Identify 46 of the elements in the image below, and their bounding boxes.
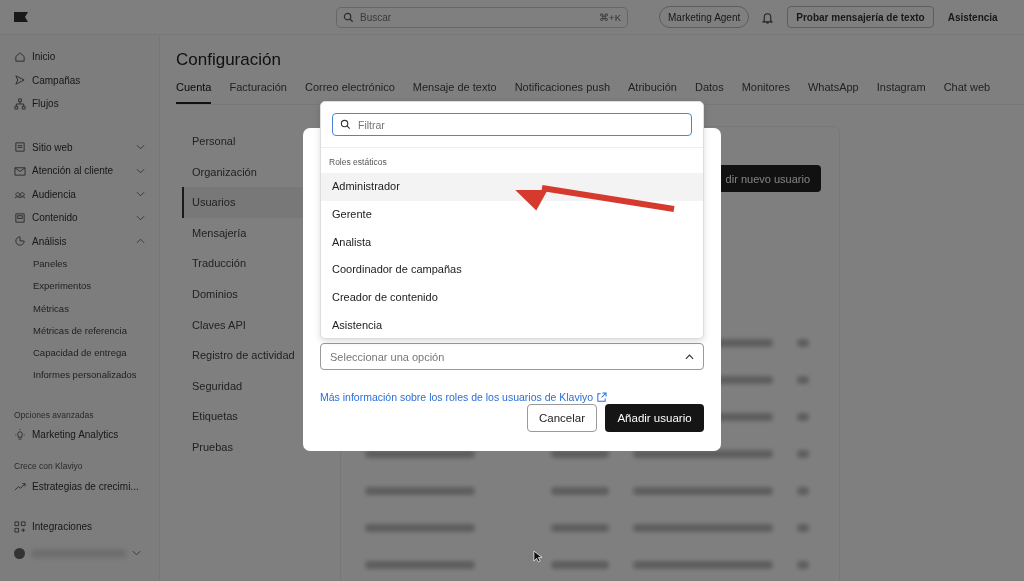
- sidebar-subitem[interactable]: Informes personalizados: [14, 364, 159, 387]
- add-user-submit-button[interactable]: Añadir usuario: [605, 404, 704, 432]
- settings-tab[interactable]: Instagram: [876, 77, 926, 104]
- sidebar-item[interactable]: Estrategias de crecimi...: [14, 474, 159, 498]
- section-heading: Crece con Klaviyo: [14, 460, 84, 474]
- section-heading: Opciones avanzadas: [14, 408, 95, 422]
- sidebar-item[interactable]: Campañas: [14, 68, 159, 92]
- settings-tab[interactable]: Facturación: [229, 77, 287, 104]
- settings-tab[interactable]: Notificaciones push: [514, 77, 610, 104]
- try-sms-button[interactable]: Probar mensajería de texto: [787, 6, 934, 28]
- sidebar-item[interactable]: Análisis: [14, 229, 159, 253]
- sidebar-item[interactable]: Audiencia: [14, 182, 159, 206]
- role-option[interactable]: Administrador: [321, 173, 703, 201]
- sidebar-item[interactable]: Marketing Analytics: [14, 422, 159, 447]
- sidebar-subitem[interactable]: Capacidad de entrega: [14, 342, 159, 365]
- role-option[interactable]: Creador de contenido: [321, 284, 703, 312]
- role-option[interactable]: Analista: [321, 228, 703, 257]
- settings-tab[interactable]: Monitores: [741, 77, 790, 104]
- help-button[interactable]: Asistencia: [939, 11, 1006, 23]
- settings-tab[interactable]: Correo electrónico: [304, 77, 395, 104]
- group-label: Roles estáticos: [328, 156, 388, 169]
- shortcut-hint: ⌘+K: [599, 11, 621, 23]
- sidebar-item[interactable]: Atención al cliente: [14, 159, 159, 183]
- sidebar-item[interactable]: Contenido: [14, 206, 159, 230]
- sidebar-item[interactable]: Sitio web: [14, 135, 159, 159]
- settings-tab[interactable]: Atribución: [628, 77, 677, 104]
- settings-tab[interactable]: WhatsApp: [808, 77, 859, 104]
- role-select[interactable]: Seleccionar una opción: [320, 343, 704, 370]
- sidebar-subitem[interactable]: Métricas de referencia: [14, 319, 159, 343]
- cancel-button[interactable]: Cancelar: [527, 404, 597, 432]
- role-option[interactable]: Asistencia: [321, 312, 703, 340]
- settings-tab[interactable]: Cuenta: [176, 77, 212, 104]
- sidebar-item[interactable]: Integraciones: [14, 514, 159, 539]
- sidebar-item[interactable]: Flujos: [14, 92, 159, 116]
- filter-field[interactable]: Filtrar: [332, 113, 692, 136]
- settings-tab[interactable]: Chat web: [943, 77, 991, 104]
- agent-button[interactable]: Marketing Agent: [659, 6, 750, 28]
- settings-tab[interactable]: Datos: [694, 77, 724, 104]
- sidebar-item[interactable]: Inicio: [14, 45, 159, 69]
- roles-info-link[interactable]: Más información sobre los roles de los usuarios de Klaviyo: [320, 391, 594, 403]
- sidebar-subitem[interactable]: Experimentos: [14, 275, 159, 298]
- sidebar-subitem[interactable]: Paneles: [14, 253, 159, 276]
- role-option[interactable]: Coordinador de campañas: [321, 256, 703, 285]
- page-title: Configuración: [176, 50, 282, 71]
- sidebar-subitem[interactable]: Métricas: [14, 297, 159, 320]
- settings-tab[interactable]: Mensaje de texto: [412, 77, 497, 104]
